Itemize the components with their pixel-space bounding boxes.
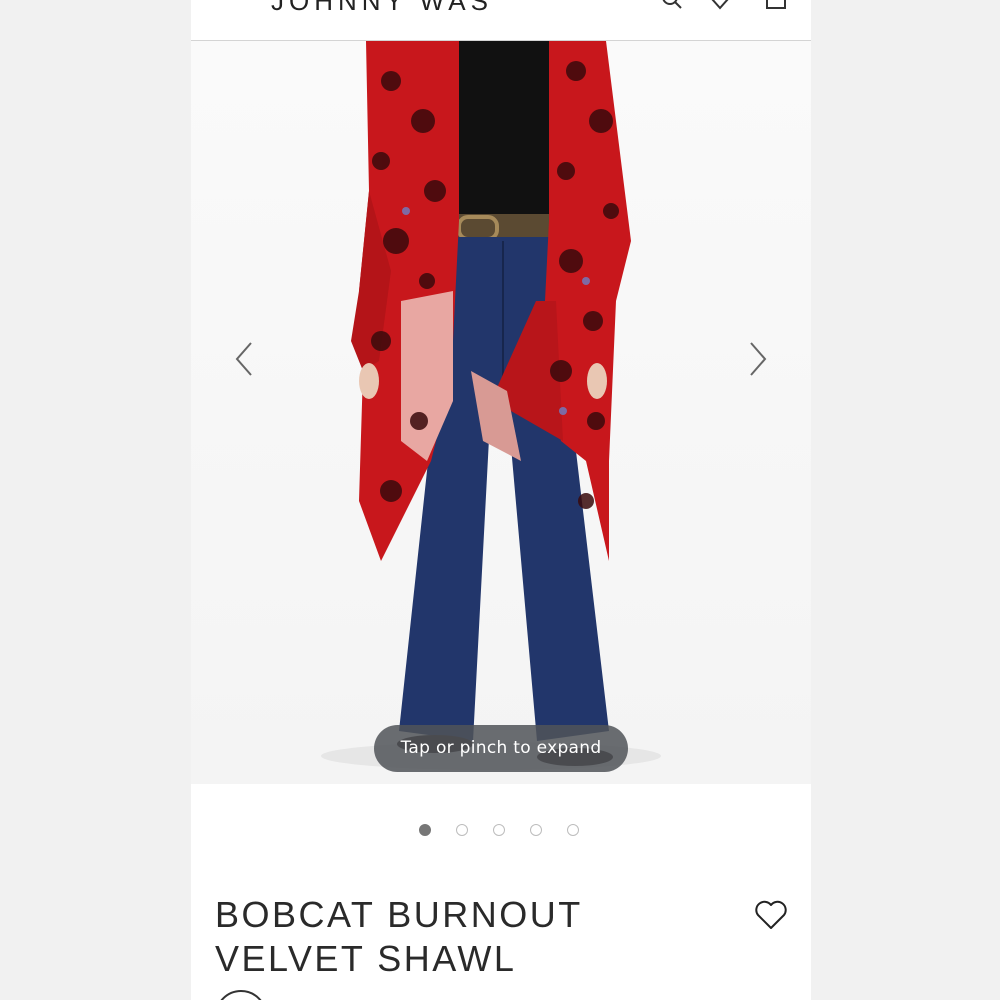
site-header: JOHNNY WAS — [191, 0, 811, 41]
heart-icon[interactable] — [709, 0, 731, 10]
expand-hint: Tap or pinch to expand — [374, 725, 628, 772]
wishlist-heart-icon[interactable] — [754, 899, 788, 931]
carousel-dot-3[interactable] — [493, 824, 505, 836]
model-photo — [321, 41, 661, 770]
chevron-right-icon[interactable] — [743, 339, 771, 379]
carousel-dot-1[interactable] — [419, 824, 431, 836]
chevron-left-icon[interactable] — [231, 339, 259, 379]
carousel-dot-2[interactable] — [456, 824, 468, 836]
brand-logo[interactable]: JOHNNY WAS — [271, 0, 493, 17]
bag-icon[interactable] — [765, 0, 787, 10]
carousel-dot-5[interactable] — [567, 824, 579, 836]
right-backdrop — [811, 0, 1000, 1000]
left-backdrop — [0, 0, 191, 1000]
carousel-dot-4[interactable] — [530, 824, 542, 836]
product-title: BOBCAT BURNOUT VELVET SHAWL — [215, 893, 655, 981]
product-page: JOHNNY WAS Tap or pinch to expand BOBCAT… — [191, 0, 811, 1000]
product-title-line2: VELVET SHAWL — [215, 938, 517, 979]
product-image[interactable]: Tap or pinch to expand — [191, 41, 811, 784]
product-title-line1: BOBCAT BURNOUT — [215, 894, 583, 935]
color-swatch[interactable] — [215, 990, 267, 1000]
search-icon[interactable] — [661, 0, 683, 10]
